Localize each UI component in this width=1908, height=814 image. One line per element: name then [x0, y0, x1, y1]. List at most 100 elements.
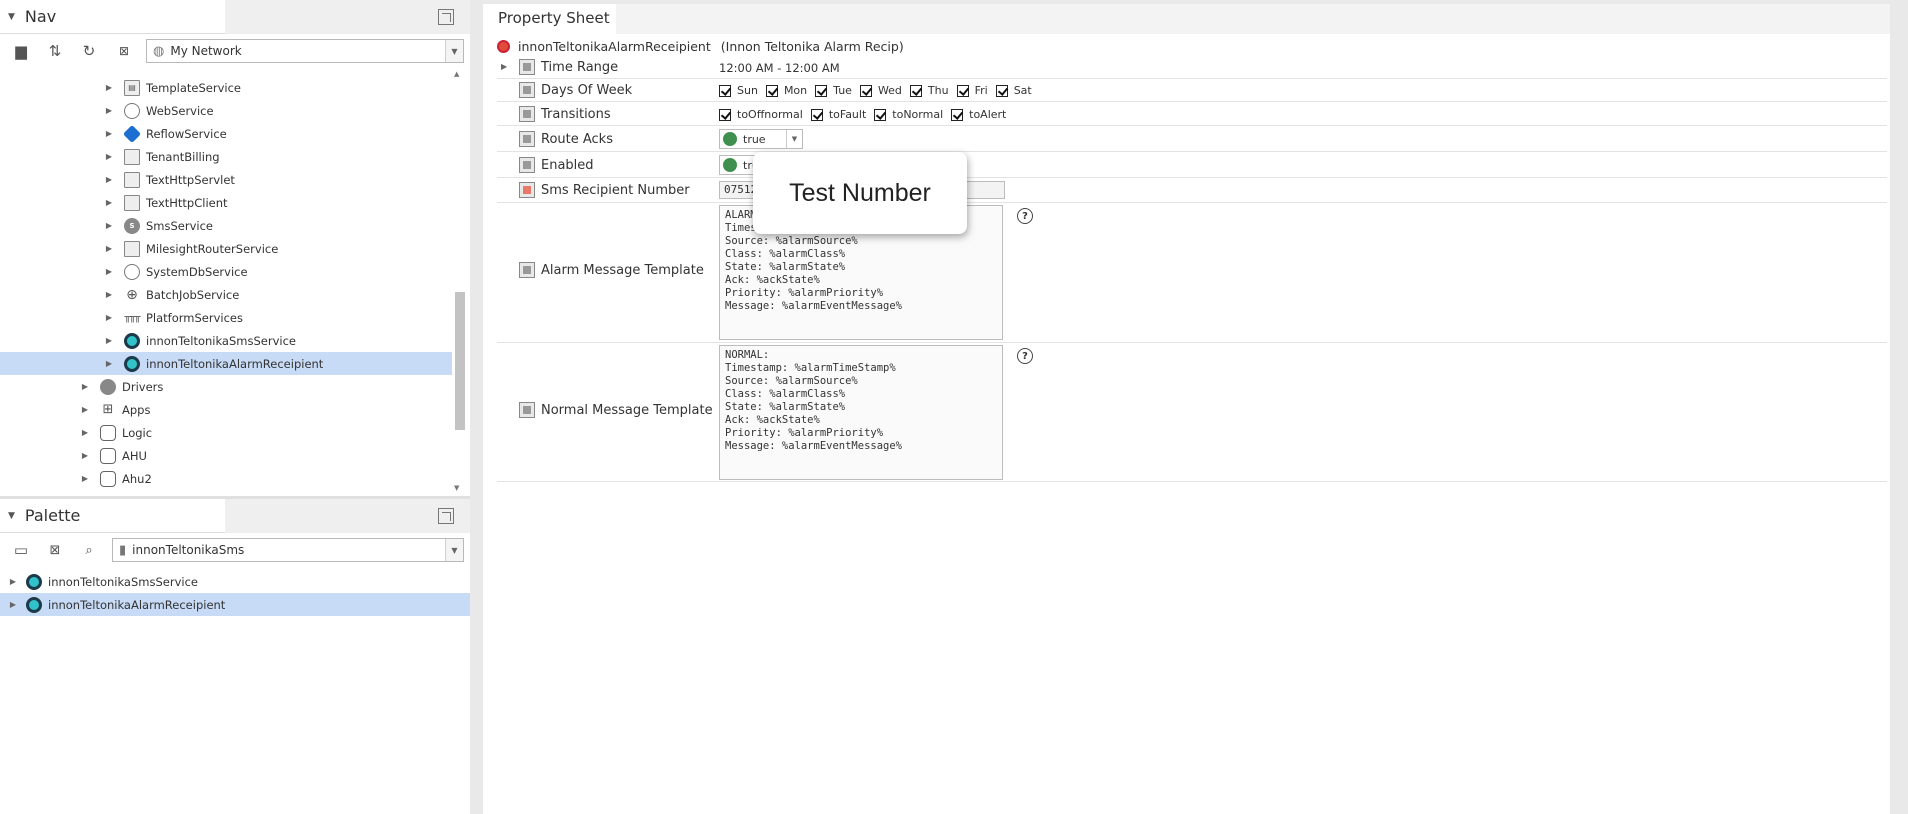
sync-icon[interactable]: ⇅ — [44, 40, 66, 62]
sidebar-splitter[interactable] — [470, 0, 483, 814]
expand-icon[interactable]: ▶ — [104, 267, 114, 276]
folder-icon — [100, 424, 116, 441]
expand-icon[interactable]: ▶ — [104, 152, 114, 161]
tree-item-systemdbservice[interactable]: ▶ SystemDbService — [0, 260, 452, 283]
expand-icon[interactable]: ▶ — [80, 405, 90, 414]
checkbox-wed[interactable] — [859, 84, 872, 97]
expand-icon[interactable]: ▶ — [104, 106, 114, 115]
close-icon[interactable]: ⊠ — [113, 40, 135, 62]
scroll-thumb[interactable] — [455, 292, 465, 430]
expand-icon[interactable]: ▶ — [8, 577, 18, 586]
tree-item-logic[interactable]: ▶ Logic — [0, 421, 452, 444]
tree-item-innonteltonikasmsservice[interactable]: ▶ innonTeltonikaSmsService — [0, 329, 452, 352]
normal-template-textarea[interactable]: NORMAL: Timestamp: %alarmTimeStamp% Sour… — [719, 345, 1003, 480]
checkbox-thu[interactable] — [909, 84, 922, 97]
tree-item-reflowservice[interactable]: ▶ ReflowService — [0, 122, 452, 145]
checkbox-mon[interactable] — [765, 84, 778, 97]
module-icon: ▮ — [119, 542, 127, 558]
maximize-icon[interactable] — [438, 9, 454, 25]
expand-icon[interactable]: ▶ — [104, 336, 114, 345]
checkbox-toalert[interactable] — [951, 108, 964, 121]
nav-tab[interactable]: ▼ Nav — [0, 0, 225, 34]
expand-icon[interactable]: ▶ — [501, 62, 507, 71]
tree-item-milesightrouterservice[interactable]: ▶ MilesightRouterService — [0, 237, 452, 260]
tree-item-tenantbilling[interactable]: ▶ TenantBilling — [0, 145, 452, 168]
help-icon[interactable]: ? — [1017, 348, 1033, 364]
close-icon[interactable]: ⊠ — [44, 539, 66, 561]
tree-item-platformservices[interactable]: ▶ ╥╥╥ PlatformServices — [0, 306, 452, 329]
tree-item-label: TextHttpClient — [146, 195, 228, 210]
tree-item-texthttpclient[interactable]: ▶ TextHttpClient — [0, 191, 452, 214]
expand-icon[interactable]: ▶ — [104, 313, 114, 322]
box-icon — [124, 171, 140, 188]
tree-item-texthttpservlet[interactable]: ▶ TextHttpServlet — [0, 168, 452, 191]
checkbox-sat[interactable] — [995, 84, 1008, 97]
sheet-tabbar: Property Sheet — [483, 4, 1908, 34]
expand-icon[interactable]: ▶ — [104, 359, 114, 368]
tree-item-batchjobservice[interactable]: ▶ ⊕ BatchJobService — [0, 283, 452, 306]
checkbox-tonormal[interactable] — [874, 108, 887, 121]
scroll-up-icon[interactable]: ▲ — [454, 70, 459, 78]
property-icon — [519, 262, 535, 278]
nav-scrollbar[interactable]: ▲ ▼ — [452, 70, 466, 496]
tree-item-templateservice[interactable]: ▶ ▤ TemplateService — [0, 76, 452, 99]
caret-down-icon[interactable]: ▼ — [8, 511, 15, 521]
tree-item-webservice[interactable]: ▶ WebService — [0, 99, 452, 122]
refresh-icon[interactable]: ↻ — [78, 40, 100, 62]
tree-item-apps[interactable]: ▶ ⊞ Apps — [0, 398, 452, 421]
nav-header: ▼ Nav — [0, 0, 470, 34]
expand-icon[interactable]: ▶ — [80, 428, 90, 437]
tree-item-ahu2[interactable]: ▶ Ahu2 — [0, 467, 452, 488]
chevron-down-icon[interactable]: ▼ — [786, 130, 802, 148]
maximize-icon[interactable] — [438, 508, 454, 524]
palette-tab[interactable]: ▼ Palette — [0, 499, 225, 533]
expand-icon[interactable]: ▶ — [104, 83, 114, 92]
scroll-down-icon[interactable]: ▼ — [454, 484, 459, 492]
checkbox-sun[interactable] — [719, 84, 731, 97]
prop-row-time-range[interactable]: ▶ Time Range 12:00 AM - 12:00 AM — [497, 56, 1887, 79]
status-dot-icon — [723, 132, 737, 146]
find-icon[interactable]: ⌕ — [78, 539, 100, 561]
tree-item-label: SystemDbService — [146, 264, 248, 279]
tab-property-sheet[interactable]: Property Sheet — [483, 4, 616, 34]
expand-icon[interactable]: ▶ — [80, 451, 90, 460]
chevron-down-icon[interactable]: ▼ — [445, 539, 463, 561]
chevron-down-icon[interactable]: ▼ — [445, 40, 463, 62]
expand-icon[interactable]: ▶ — [104, 129, 114, 138]
route-acks-select[interactable]: true ▼ — [719, 129, 803, 149]
tree-item-ahu[interactable]: ▶ AHU — [0, 444, 452, 467]
expand-icon[interactable]: ▶ — [80, 382, 90, 391]
palette-item[interactable]: ▶ innonTeltonikaAlarmReceipient — [0, 593, 470, 616]
tree-item-innonteltonikaalarmreceipient[interactable]: ▶ innonTeltonikaAlarmReceipient — [0, 352, 452, 375]
expand-icon[interactable]: ▶ — [104, 175, 114, 184]
day-label: Sat — [1013, 84, 1032, 97]
checkbox-fri[interactable] — [956, 84, 969, 97]
expand-icon[interactable]: ▶ — [104, 221, 114, 230]
doc-icon: ▤ — [124, 79, 140, 96]
folder-open-icon[interactable]: ▭ — [10, 539, 32, 561]
expand-icon[interactable]: ▶ — [104, 244, 114, 253]
tree-item-label: Ahu2 — [122, 471, 152, 486]
day-label: Wed — [877, 84, 902, 97]
time-range-value: 12:00 AM - 12:00 AM — [719, 61, 840, 75]
help-icon[interactable]: ? — [1017, 208, 1033, 224]
route-acks-text: true — [743, 132, 766, 146]
expand-icon[interactable]: ▶ — [104, 198, 114, 207]
open-icon[interactable]: ▆ — [10, 40, 32, 62]
checkbox-tooffnormal[interactable] — [719, 108, 731, 121]
palette-combo[interactable]: ▮ innonTeltonikaSms ▼ — [112, 538, 464, 562]
tree-item-drivers[interactable]: ▶ Drivers — [0, 375, 452, 398]
object-type: (Innon Teltonika Alarm Recip) — [720, 38, 904, 54]
checkbox-tue[interactable] — [815, 84, 828, 97]
expand-icon[interactable]: ▶ — [104, 290, 114, 299]
caret-down-icon[interactable]: ▼ — [8, 12, 15, 22]
nav-combo[interactable]: ◍ My Network ▼ — [146, 39, 464, 63]
checkbox-tofault[interactable] — [810, 108, 823, 121]
palette-item[interactable]: ▶ innonTeltonikaSmsService — [0, 570, 470, 593]
prop-row-enabled: Enabled tru — [497, 152, 1887, 178]
prop-label: Transitions — [541, 106, 611, 122]
expand-icon[interactable]: ▶ — [8, 600, 18, 609]
tree-item-smsservice[interactable]: ▶ S SmsService — [0, 214, 452, 237]
property-icon — [519, 59, 535, 75]
expand-icon[interactable]: ▶ — [80, 474, 90, 483]
